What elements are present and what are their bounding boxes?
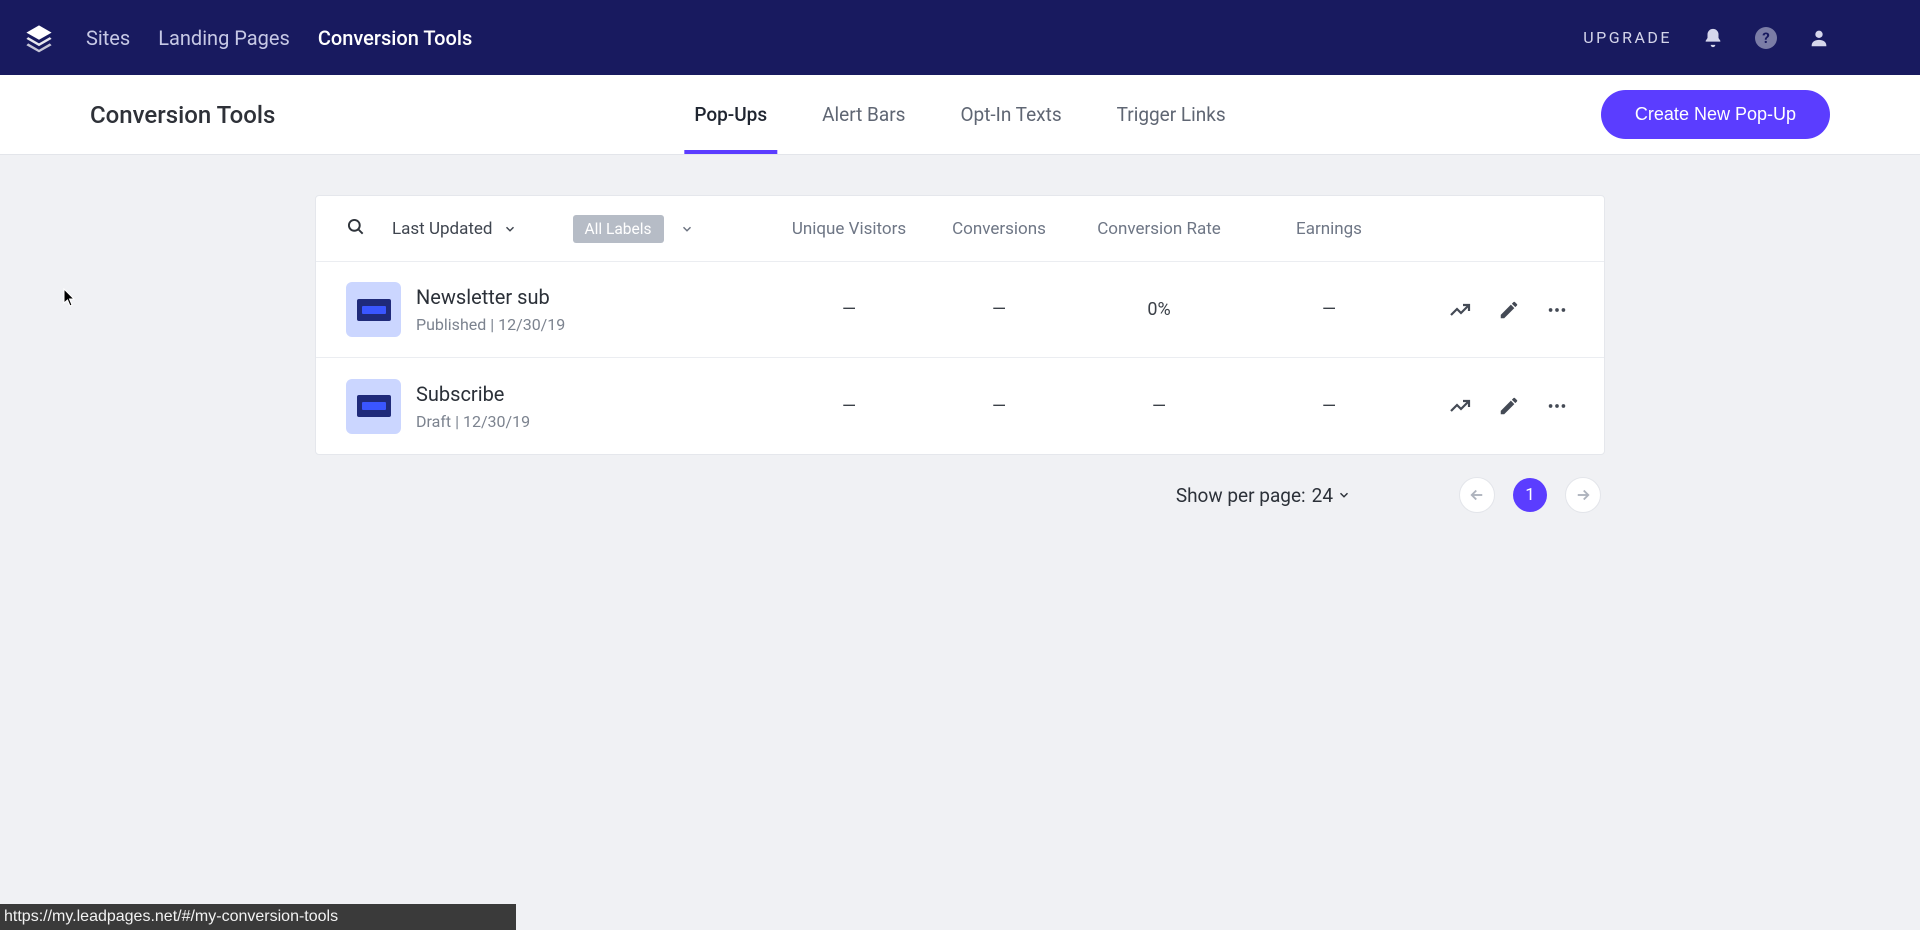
pagination: Show per page: 24 1 — [315, 477, 1605, 513]
sort-dropdown[interactable]: Last Updated — [392, 219, 517, 239]
sort-label: Last Updated — [392, 219, 493, 239]
row-actions — [1404, 298, 1574, 322]
nav-landing-pages[interactable]: Landing Pages — [158, 26, 290, 50]
table-row: Newsletter sub Published | 12/30/19 — — … — [316, 262, 1604, 358]
popup-thumbnail[interactable] — [346, 379, 401, 434]
labels-dropdown[interactable]: All Labels — [543, 215, 694, 243]
user-icon[interactable] — [1808, 27, 1830, 49]
prev-page-button[interactable] — [1459, 477, 1495, 513]
row-conversion-rate: 0% — [1064, 299, 1254, 320]
per-page-dropdown[interactable]: 24 — [1312, 484, 1351, 507]
popups-card: Last Updated All Labels Unique Visitors … — [315, 195, 1605, 455]
logo-icon[interactable] — [20, 19, 58, 57]
upgrade-link[interactable]: UPGRADE — [1583, 28, 1672, 47]
popup-status-line: Draft | 12/30/19 — [416, 412, 764, 431]
popup-title[interactable]: Newsletter sub — [416, 285, 764, 309]
popup-date: 12/30/19 — [498, 315, 565, 334]
trending-up-icon[interactable] — [1448, 298, 1472, 322]
popup-title[interactable]: Subscribe — [416, 382, 764, 406]
more-icon[interactable] — [1546, 299, 1568, 321]
top-nav-left: Sites Landing Pages Conversion Tools — [20, 19, 472, 57]
tab-opt-in-texts[interactable]: Opt-In Texts — [960, 75, 1061, 154]
popup-status-line: Published | 12/30/19 — [416, 315, 764, 334]
search-icon[interactable] — [346, 217, 366, 241]
chevron-down-icon — [503, 222, 517, 236]
edit-icon[interactable] — [1498, 299, 1520, 321]
chevron-down-icon — [1337, 488, 1351, 502]
col-earnings: Earnings — [1254, 219, 1404, 239]
top-nav-right: UPGRADE ? — [1583, 26, 1830, 50]
per-page-value: 24 — [1312, 484, 1333, 507]
nav-sites[interactable]: Sites — [86, 26, 130, 50]
popup-status: Published — [416, 315, 486, 334]
table-row: Subscribe Draft | 12/30/19 — — — — — [316, 358, 1604, 454]
page-number-current[interactable]: 1 — [1513, 478, 1547, 512]
col-conversions: Conversions — [934, 219, 1064, 239]
top-nav: Sites Landing Pages Conversion Tools UPG… — [0, 0, 1920, 75]
nav-conversion-tools[interactable]: Conversion Tools — [318, 26, 472, 50]
col-conversion-rate: Conversion Rate — [1064, 219, 1254, 239]
row-unique-visitors: — — [764, 396, 934, 417]
popup-status: Draft — [416, 412, 451, 431]
row-conversions: — — [934, 299, 1064, 320]
row-conversion-rate: — — [1064, 396, 1254, 417]
browser-status-bar: https://my.leadpages.net/#/my-conversion… — [0, 904, 516, 930]
sub-header: Conversion Tools Pop-Ups Alert Bars Opt-… — [0, 75, 1920, 155]
next-page-button[interactable] — [1565, 477, 1601, 513]
create-new-pop-up-button[interactable]: Create New Pop-Up — [1601, 90, 1830, 139]
per-page: Show per page: 24 — [1176, 484, 1351, 507]
bell-icon[interactable] — [1702, 26, 1724, 50]
page-title: Conversion Tools — [90, 101, 275, 129]
per-page-label: Show per page: — [1176, 484, 1306, 507]
tab-trigger-links[interactable]: Trigger Links — [1117, 75, 1226, 154]
card-toolbar: Last Updated All Labels Unique Visitors … — [316, 196, 1604, 262]
labels-chip: All Labels — [573, 215, 664, 243]
content-area: Last Updated All Labels Unique Visitors … — [0, 155, 1920, 455]
row-earnings: — — [1254, 299, 1404, 320]
row-title-wrap: Subscribe Draft | 12/30/19 — [416, 382, 764, 431]
column-headers: Unique Visitors Conversions Conversion R… — [764, 219, 1574, 239]
tab-pop-ups[interactable]: Pop-Ups — [694, 75, 767, 154]
trending-up-icon[interactable] — [1448, 394, 1472, 418]
col-unique-visitors: Unique Visitors — [764, 219, 934, 239]
tab-alert-bars[interactable]: Alert Bars — [822, 75, 905, 154]
edit-icon[interactable] — [1498, 395, 1520, 417]
row-conversions: — — [934, 396, 1064, 417]
tabs: Pop-Ups Alert Bars Opt-In Texts Trigger … — [694, 75, 1225, 154]
row-title-wrap: Newsletter sub Published | 12/30/19 — [416, 285, 764, 334]
row-unique-visitors: — — [764, 299, 934, 320]
popup-date: 12/30/19 — [463, 412, 530, 431]
more-icon[interactable] — [1546, 395, 1568, 417]
row-actions — [1404, 394, 1574, 418]
chevron-down-icon — [680, 222, 694, 236]
row-earnings: — — [1254, 396, 1404, 417]
help-icon[interactable]: ? — [1754, 26, 1778, 50]
popup-thumbnail[interactable] — [346, 282, 401, 337]
svg-text:?: ? — [1762, 29, 1769, 47]
